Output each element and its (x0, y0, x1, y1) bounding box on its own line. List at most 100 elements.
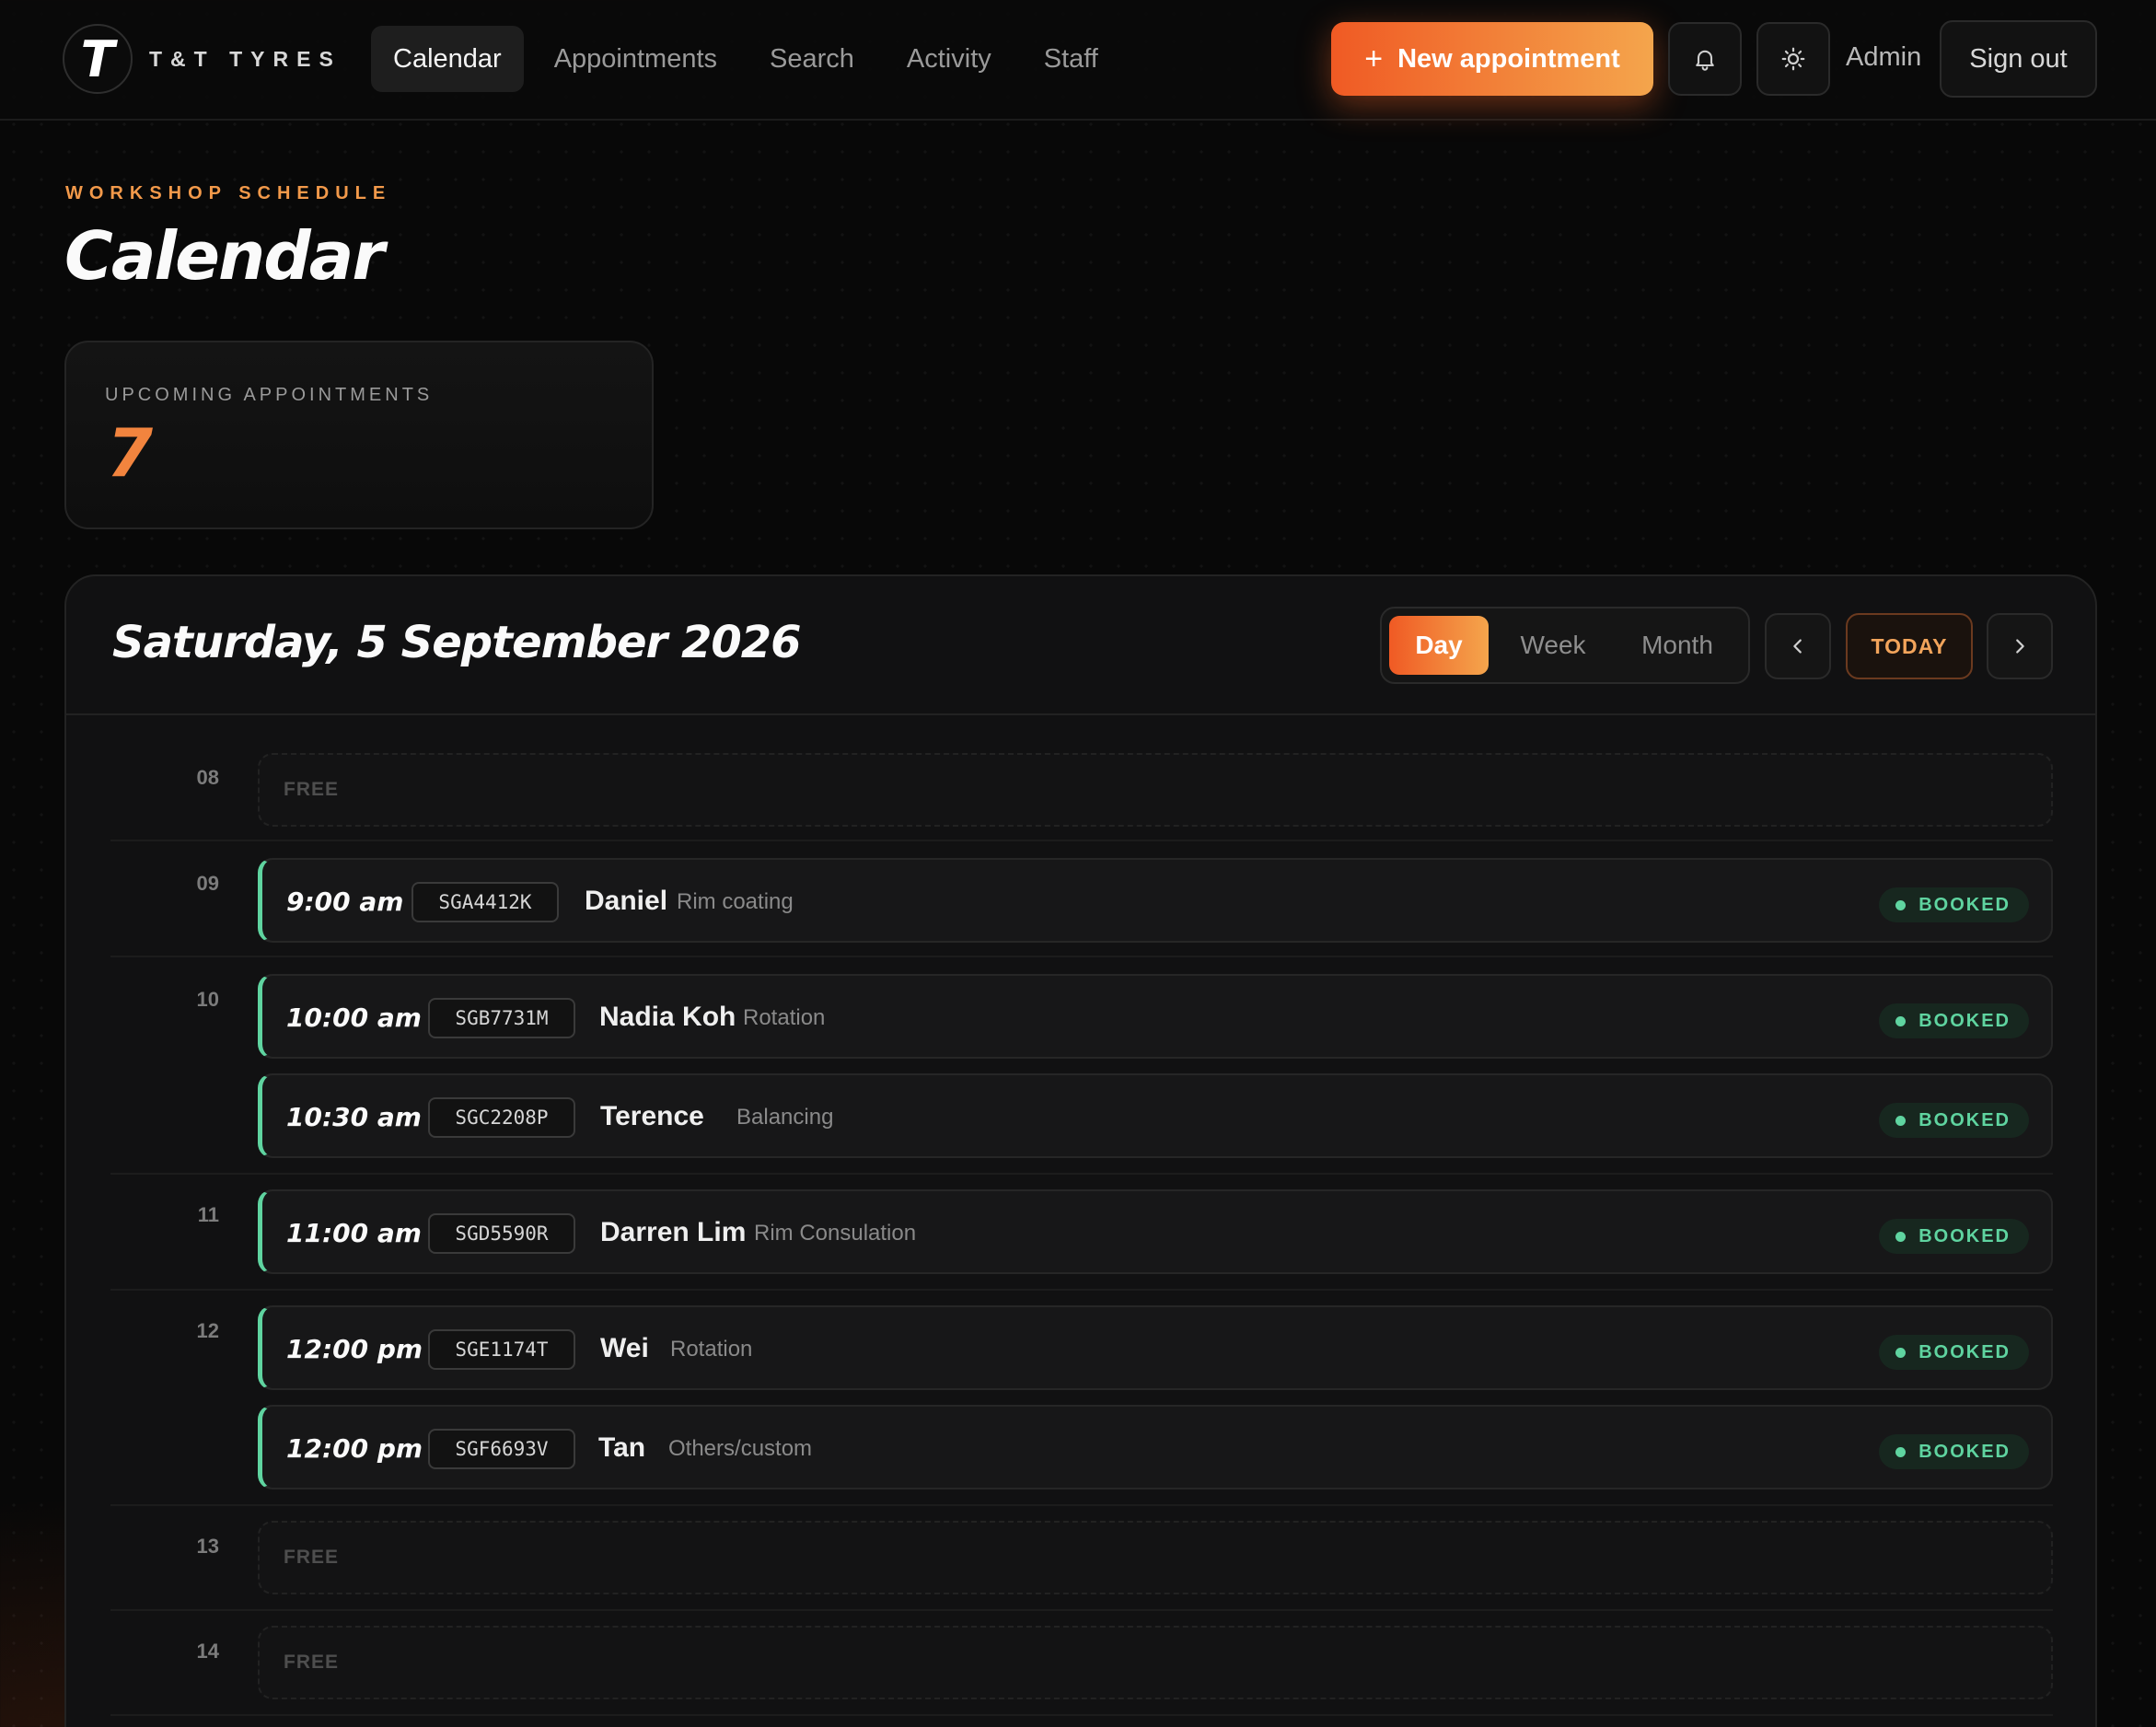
upcoming-appointments-card: UPCOMING APPOINTMENTS 7 (64, 341, 654, 529)
free-slot[interactable]: FREE (258, 1521, 2053, 1594)
vehicle-plate: SGE1174T (428, 1329, 575, 1370)
chevron-right-icon (2016, 639, 2024, 654)
stat-value: 7 (107, 414, 154, 492)
service-type: Rim coating (677, 889, 794, 914)
hour-label: 09 (196, 872, 219, 895)
view-day[interactable]: Day (1389, 616, 1489, 675)
status-dot-icon (1895, 1446, 1907, 1457)
view-month[interactable]: Month (1617, 616, 1737, 675)
brand[interactable]: T T&T TYRES (63, 24, 342, 94)
appointment-card[interactable]: 11:00 am SGD5590R Darren Lim Rim Consula… (258, 1189, 2053, 1274)
free-slot[interactable]: FREE (258, 1626, 2053, 1699)
status-label: BOOKED (1918, 1341, 2011, 1362)
view-week[interactable]: Week (1498, 616, 1608, 675)
customer-name: Daniel (585, 886, 668, 916)
nav-activity[interactable]: Activity (885, 26, 1014, 92)
status-badge: BOOKED (1879, 1003, 2029, 1038)
status-label: BOOKED (1918, 1441, 2011, 1462)
status-label: BOOKED (1918, 894, 2011, 915)
brand-name: T&T TYRES (149, 46, 342, 71)
hour-divider (110, 840, 2053, 841)
customer-name: Tan (598, 1432, 646, 1463)
today-button[interactable]: TODAY (1846, 613, 1973, 679)
customer-name: Wei (600, 1333, 649, 1363)
hour-label: 13 (196, 1535, 219, 1558)
appointment-time: 12:00 pm (286, 1334, 423, 1364)
plus-icon: + (1364, 41, 1384, 76)
hour-divider (110, 1714, 2053, 1716)
appointment-card[interactable]: 12:00 pm SGE1174T Wei Rotation BOOKED (258, 1305, 2053, 1390)
nav-search[interactable]: Search (748, 26, 876, 92)
status-label: BOOKED (1918, 1225, 2011, 1246)
hour-divider (110, 1504, 2053, 1506)
status-label: BOOKED (1918, 1010, 2011, 1031)
nav-calendar[interactable]: Calendar (371, 26, 524, 92)
vehicle-plate: SGD5590R (428, 1213, 575, 1254)
vehicle-plate: SGA4412K (411, 882, 559, 922)
appointment-time: 12:00 pm (286, 1433, 423, 1464)
main-nav: Calendar Appointments Search Activity St… (371, 26, 1129, 92)
brand-logo: T (63, 24, 133, 94)
theme-toggle-button[interactable] (1756, 22, 1830, 96)
top-navigation-bar: T T&T TYRES Calendar Appointments Search… (0, 0, 2156, 121)
status-badge: BOOKED (1879, 1219, 2029, 1254)
hour-label: 11 (197, 1203, 219, 1226)
hour-divider (110, 1609, 2053, 1611)
sign-out-button[interactable]: Sign out (1940, 20, 2097, 98)
previous-day-button[interactable] (1765, 613, 1831, 679)
nav-staff[interactable]: Staff (1022, 26, 1120, 92)
new-appointment-label: New appointment (1397, 43, 1620, 74)
user-label[interactable]: Admin (1846, 42, 1921, 73)
customer-name: Nadia Koh (599, 1002, 736, 1032)
sun-icon (1781, 47, 1805, 71)
chevron-left-icon (1793, 639, 1802, 654)
next-day-button[interactable] (1987, 613, 2053, 679)
free-slot[interactable]: FREE (258, 753, 2053, 827)
appointment-time: 10:00 am (286, 1003, 422, 1033)
hour-divider (110, 1289, 2053, 1291)
vehicle-plate: SGF6693V (428, 1429, 575, 1469)
page-title: Calendar (64, 217, 385, 295)
vehicle-plate: SGB7731M (428, 998, 575, 1038)
status-badge: BOOKED (1879, 1434, 2029, 1469)
vehicle-plate: SGC2208P (428, 1097, 575, 1138)
hour-label: 12 (196, 1319, 219, 1342)
service-type: Balancing (736, 1105, 834, 1130)
notifications-button[interactable] (1668, 22, 1742, 96)
appointment-card[interactable]: 12:00 pm SGF6693V Tan Others/custom BOOK… (258, 1405, 2053, 1489)
appointment-time: 11:00 am (286, 1218, 422, 1248)
status-label: BOOKED (1918, 1109, 2011, 1130)
appointment-card[interactable]: 10:30 am SGC2208P Terence Balancing BOOK… (258, 1073, 2053, 1158)
stat-label: UPCOMING APPOINTMENTS (105, 385, 434, 405)
status-dot-icon (1895, 1015, 1907, 1026)
status-badge: BOOKED (1879, 1335, 2029, 1370)
service-type: Rotation (743, 1005, 826, 1030)
appointment-card[interactable]: 10:00 am SGB7731M Nadia Koh Rotation BOO… (258, 974, 2053, 1059)
hour-divider (110, 956, 2053, 957)
new-appointment-button[interactable]: + New appointment (1331, 22, 1653, 96)
status-dot-icon (1895, 1115, 1907, 1126)
view-switcher: Day Week Month (1380, 607, 1750, 684)
service-type: Rim Consulation (754, 1221, 917, 1246)
service-type: Rotation (670, 1337, 753, 1362)
calendar-date-title: Saturday, 5 September 2026 (112, 617, 802, 668)
customer-name: Darren Lim (600, 1217, 747, 1247)
hour-label: 08 (196, 766, 219, 789)
calendar-panel: Saturday, 5 September 2026 Day Week Mont… (64, 574, 2097, 1727)
hour-label: 14 (196, 1640, 219, 1663)
service-type: Others/custom (668, 1436, 813, 1461)
appointment-time: 10:30 am (286, 1102, 422, 1132)
appointment-card[interactable]: 9:00 am SGA4412K Daniel Rim coating BOOK… (258, 858, 2053, 943)
status-badge: BOOKED (1879, 1103, 2029, 1138)
status-badge: BOOKED (1879, 887, 2029, 922)
status-dot-icon (1895, 1231, 1907, 1242)
hour-divider (110, 1173, 2053, 1175)
customer-name: Terence (600, 1101, 704, 1131)
status-dot-icon (1895, 899, 1907, 910)
nav-appointments[interactable]: Appointments (532, 26, 739, 92)
status-dot-icon (1895, 1347, 1907, 1358)
appointment-time: 9:00 am (286, 887, 404, 917)
calendar-header: Saturday, 5 September 2026 Day Week Mont… (66, 576, 2095, 715)
page-eyebrow: WORKSHOP SCHEDULE (65, 183, 392, 203)
bell-icon (1696, 50, 1714, 71)
